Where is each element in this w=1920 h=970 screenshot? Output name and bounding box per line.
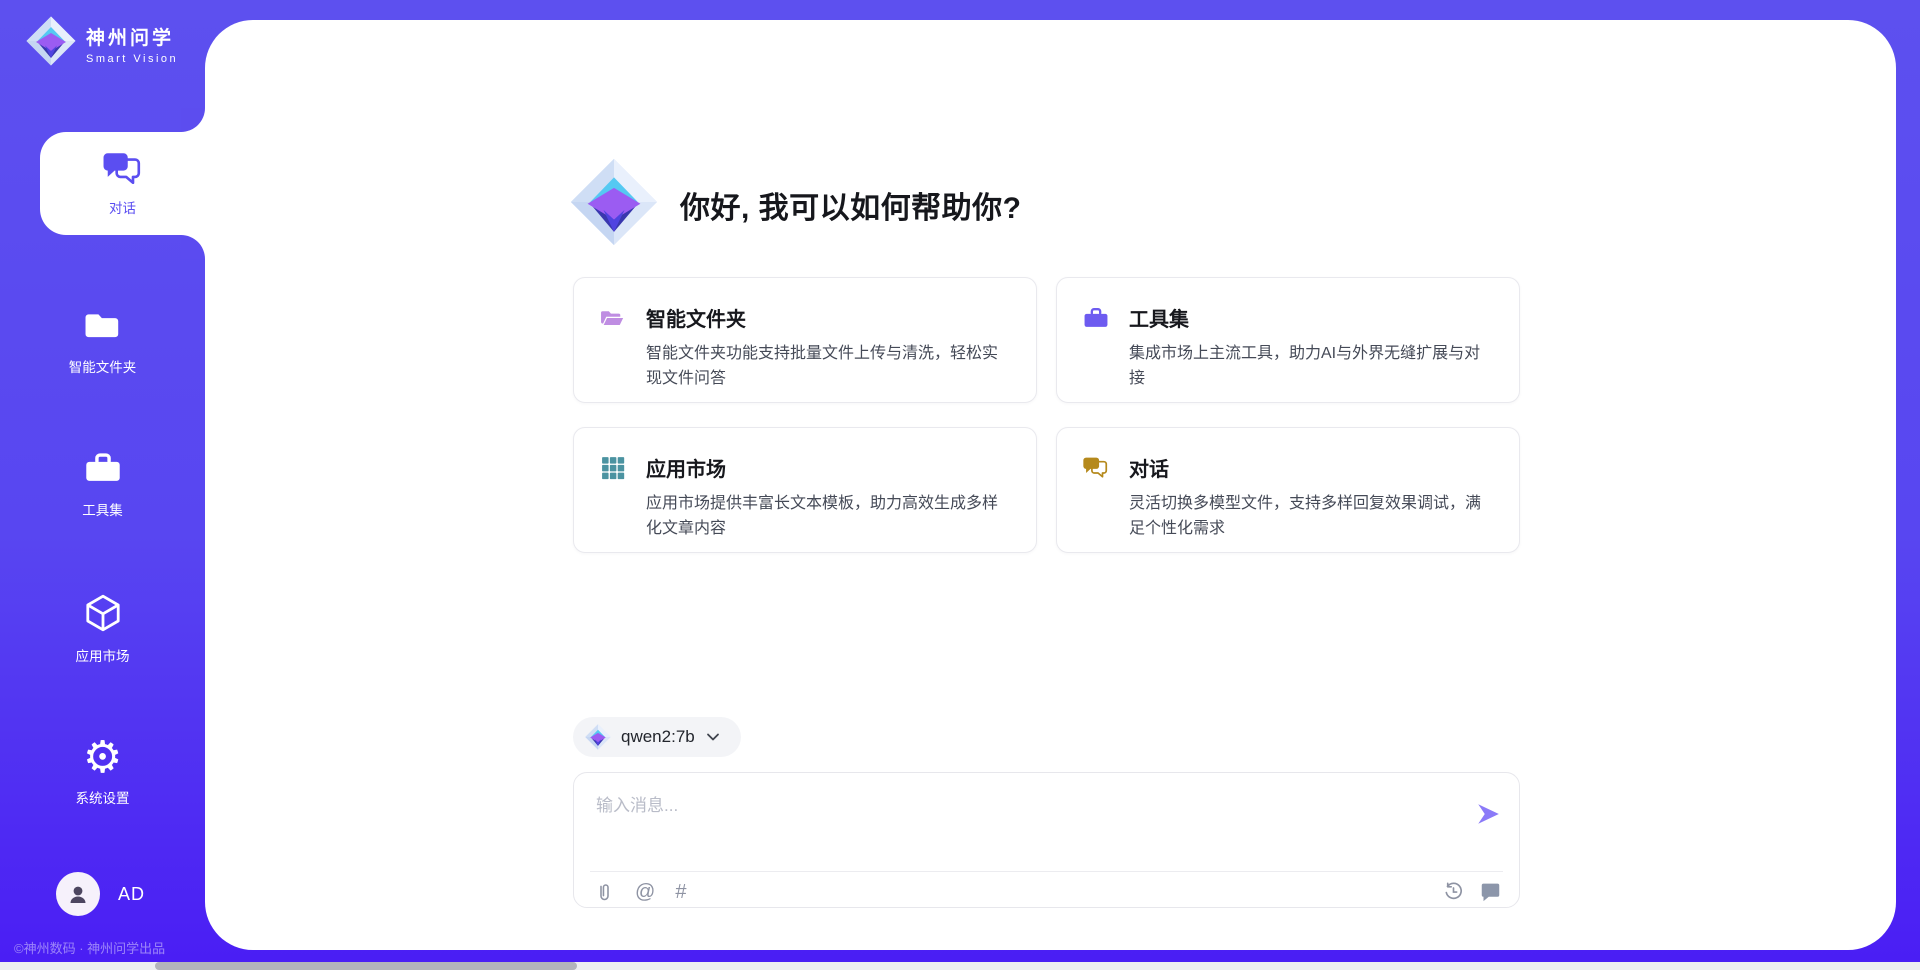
app-logo: 神州问学 Smart Vision bbox=[26, 16, 178, 71]
sidebar-item-label: 工具集 bbox=[0, 499, 205, 519]
cube-icon bbox=[83, 620, 123, 637]
sidebar-item-smart-folder[interactable]: 智能文件夹 bbox=[0, 306, 205, 376]
send-icon[interactable] bbox=[1475, 801, 1501, 827]
card-smart-folder[interactable]: 智能文件夹 智能文件夹功能支持批量文件上传与清洗，轻松实现文件问答 bbox=[573, 277, 1037, 403]
hash-icon[interactable]: # bbox=[675, 881, 686, 904]
person-icon bbox=[66, 882, 90, 906]
card-title: 智能文件夹 bbox=[646, 303, 746, 332]
sidebar-item-label: 系统设置 bbox=[0, 787, 205, 807]
card-chat[interactable]: 对话 灵活切换多模型文件，支持多样回复效果调试，满足个性化需求 bbox=[1056, 427, 1520, 553]
history-icon[interactable] bbox=[1443, 881, 1464, 902]
sidebar-item-label: 智能文件夹 bbox=[0, 356, 205, 376]
user-initials: AD bbox=[118, 884, 145, 905]
chevron-down-icon bbox=[705, 729, 721, 745]
sidebar-item-chat[interactable]: 对话 bbox=[40, 132, 205, 235]
active-tab-bottom-curve bbox=[181, 235, 205, 259]
app-subtitle: Smart Vision bbox=[86, 53, 178, 65]
card-description: 集成市场上主流工具，助力AI与外界无缝扩展与对接 bbox=[1129, 342, 1493, 392]
greeting-title: 你好, 我可以如何帮助你? bbox=[680, 183, 1022, 227]
mention-icon[interactable]: @ bbox=[635, 881, 655, 904]
grid-icon bbox=[600, 455, 626, 481]
user-account[interactable]: AD bbox=[56, 872, 145, 916]
message-input[interactable]: 输入消息... bbox=[596, 791, 1459, 816]
card-title: 应用市场 bbox=[646, 453, 726, 482]
chat-icon bbox=[1083, 456, 1109, 479]
avatar bbox=[56, 872, 100, 916]
gem-logo-icon bbox=[585, 724, 611, 750]
composer-divider bbox=[590, 871, 1503, 872]
card-description: 灵活切换多模型文件，支持多样回复效果调试，满足个性化需求 bbox=[1129, 492, 1493, 542]
toolbox-icon bbox=[1083, 305, 1109, 331]
copyright-footer: ©神州数码 · 神州问学出品 bbox=[14, 938, 165, 957]
card-title: 对话 bbox=[1129, 453, 1169, 482]
card-description: 智能文件夹功能支持批量文件上传与清洗，轻松实现文件问答 bbox=[646, 342, 1010, 392]
gem-logo-icon bbox=[26, 16, 76, 71]
folder-icon bbox=[84, 331, 122, 348]
toolbox-icon bbox=[84, 474, 122, 491]
folder-open-icon bbox=[600, 305, 626, 331]
message-composer: 输入消息... @ # bbox=[573, 772, 1520, 908]
app-name: 神州问学 bbox=[86, 23, 178, 50]
sidebar-item-label: 对话 bbox=[109, 197, 136, 217]
comment-icon[interactable] bbox=[1480, 881, 1501, 902]
card-toolset[interactable]: 工具集 集成市场上主流工具，助力AI与外界无缝扩展与对接 bbox=[1056, 277, 1520, 403]
chat-icon bbox=[103, 151, 143, 191]
sidebar-item-settings[interactable]: ⚙ 系统设置 bbox=[0, 736, 205, 807]
main-panel: 你好, 我可以如何帮助你? 智能文件夹 智能文件夹功能支持批量文件上传与清洗，轻… bbox=[205, 20, 1896, 950]
active-tab-top-curve bbox=[181, 108, 205, 132]
card-description: 应用市场提供丰富长文本模板，助力高效生成多样化文章内容 bbox=[646, 492, 1010, 542]
sidebar-item-toolset[interactable]: 工具集 bbox=[0, 449, 205, 519]
sidebar-item-label: 应用市场 bbox=[0, 645, 205, 665]
card-app-market[interactable]: 应用市场 应用市场提供丰富长文本模板，助力高效生成多样化文章内容 bbox=[573, 427, 1037, 553]
horizontal-scrollbar-thumb[interactable] bbox=[155, 962, 577, 970]
card-title: 工具集 bbox=[1129, 303, 1189, 332]
gear-icon: ⚙ bbox=[83, 732, 122, 783]
sidebar-item-app-market[interactable]: 应用市场 bbox=[0, 593, 205, 665]
gem-logo-icon bbox=[570, 158, 658, 251]
greeting-block: 你好, 我可以如何帮助你? bbox=[570, 158, 1022, 251]
horizontal-scrollbar-track[interactable] bbox=[0, 962, 1920, 970]
model-name: qwen2:7b bbox=[621, 727, 695, 747]
attachment-icon[interactable] bbox=[594, 882, 615, 903]
model-selector[interactable]: qwen2:7b bbox=[573, 717, 741, 757]
